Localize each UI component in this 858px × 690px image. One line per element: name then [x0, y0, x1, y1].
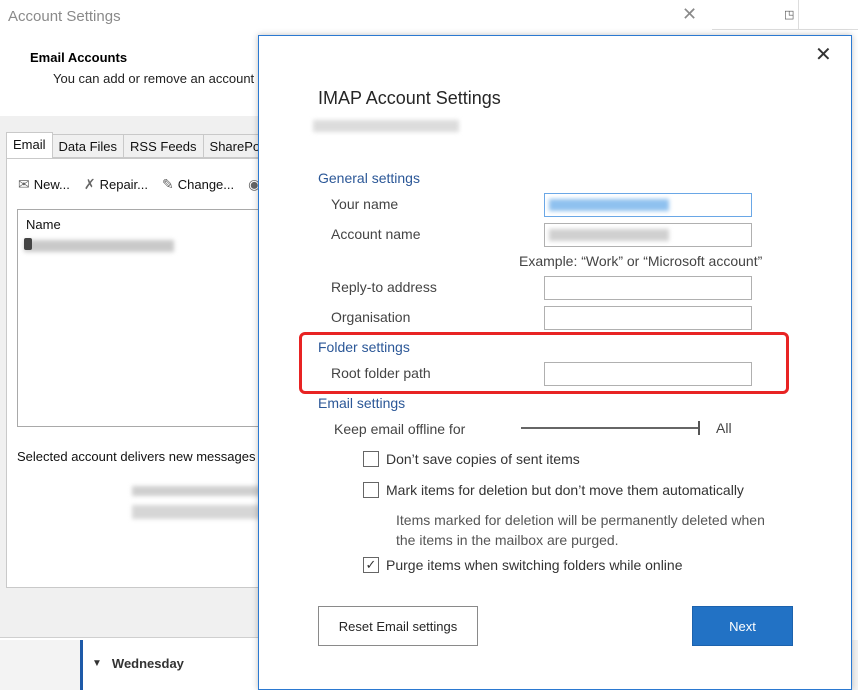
redacted-value: [549, 199, 669, 211]
redacted-folder-line: [132, 486, 262, 496]
dont-save-label: Don’t save copies of sent items: [386, 451, 580, 467]
dialog-title: IMAP Account Settings: [318, 88, 501, 108]
divider: [798, 0, 799, 30]
imap-settings-dialog: ✕ IMAP Account Settings General settings…: [258, 35, 852, 690]
redacted-value: [549, 229, 669, 241]
organisation-input[interactable]: [544, 306, 752, 330]
account-name-example: Example: “Work” or “Microsoft account”: [519, 253, 763, 269]
organisation-label: Organisation: [331, 309, 411, 325]
section-subheading: You can add or remove an account: [53, 71, 255, 86]
change-account-button[interactable]: ✎ Change...: [162, 176, 234, 193]
your-name-input[interactable]: [544, 193, 752, 217]
reset-email-settings-button[interactable]: Reset Email settings: [318, 606, 478, 646]
close-icon[interactable]: ✕: [682, 4, 697, 25]
email-settings-heading: Email settings: [318, 395, 406, 411]
chevron-down-icon: ▼: [92, 658, 102, 669]
calendar-day-label: Wednesday: [111, 656, 184, 671]
repair-account-button[interactable]: ✗ Repair...: [84, 176, 148, 193]
reply-to-label: Reply-to address: [331, 279, 437, 295]
window-title: Account Settings: [8, 8, 121, 25]
offline-slider-thumb[interactable]: [698, 421, 700, 435]
general-settings-heading: General settings: [318, 170, 420, 186]
edit-icon: ✎: [162, 176, 174, 192]
expand-icon[interactable]: ◳: [784, 8, 794, 21]
tab-rss-feeds[interactable]: RSS Feeds: [124, 134, 204, 158]
highlight-annotation: [299, 332, 789, 394]
next-button[interactable]: Next: [692, 606, 793, 646]
deliver-text: Selected account delivers new messages t: [17, 449, 263, 464]
account-default-icon: [24, 238, 32, 250]
account-name-label: Account name: [331, 226, 421, 242]
new-account-label: New...: [33, 177, 70, 192]
dont-save-checkbox[interactable]: [363, 451, 379, 467]
account-row-redacted[interactable]: [24, 240, 174, 252]
your-name-label: Your name: [331, 196, 399, 212]
deletion-note: Items marked for deletion will be perman…: [396, 512, 765, 548]
new-account-button[interactable]: ✉ New...: [18, 176, 70, 193]
section-heading: Email Accounts: [30, 50, 128, 65]
purge-label: Purge items when switching folders while…: [386, 557, 683, 573]
offline-slider[interactable]: [521, 427, 699, 429]
background-ribbon: ◳: [712, 0, 858, 30]
new-mail-icon: ✉: [18, 176, 30, 192]
redacted-email-address: [313, 120, 459, 132]
account-toolbar: ✉ New... ✗ Repair... ✎ Change... ◉: [18, 176, 260, 193]
offline-label: Keep email offline for: [334, 421, 466, 437]
offline-slider-value: All: [716, 420, 732, 436]
change-account-label: Change...: [177, 177, 235, 192]
redacted-folder-line: [132, 505, 262, 519]
list-column-name: Name: [26, 217, 61, 232]
mark-deletion-checkbox[interactable]: [363, 482, 379, 498]
close-icon[interactable]: ✕: [815, 42, 832, 67]
purge-checkbox[interactable]: ✓: [363, 557, 379, 573]
wrench-icon: ✗: [83, 176, 96, 192]
account-tabs: Email Data Files RSS Feeds SharePoi: [6, 132, 271, 158]
account-name-input[interactable]: [544, 223, 752, 247]
calendar-day-header[interactable]: ▼ Wednesday: [92, 656, 184, 671]
reply-to-input[interactable]: [544, 276, 752, 300]
account-list[interactable]: Name: [17, 209, 277, 427]
repair-account-label: Repair...: [99, 177, 149, 192]
tab-email[interactable]: Email: [6, 132, 53, 158]
tab-data-files[interactable]: Data Files: [52, 134, 125, 158]
mark-deletion-label: Mark items for deletion but don’t move t…: [386, 482, 744, 498]
